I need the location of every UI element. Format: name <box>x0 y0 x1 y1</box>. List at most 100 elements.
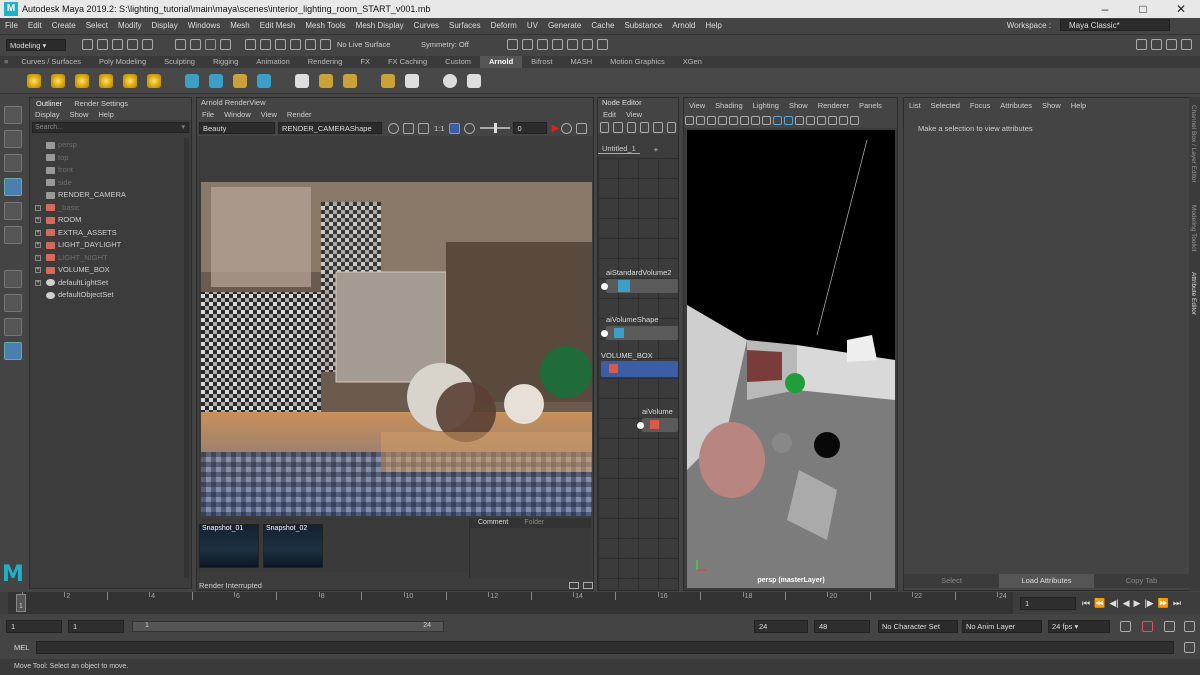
volume-icon[interactable] <box>209 73 223 88</box>
current-time-marker[interactable]: 1 <box>16 594 26 612</box>
outliner-layout-icon[interactable] <box>4 342 22 360</box>
attr-menu-focus[interactable]: Focus <box>965 100 995 111</box>
toggle-panel-icon[interactable] <box>583 581 593 589</box>
curve-collector-icon[interactable] <box>233 73 247 88</box>
menu-surfaces[interactable]: Surfaces <box>444 21 486 30</box>
shelf-tab-rendering[interactable]: Rendering <box>299 56 352 68</box>
character-set-dropdown[interactable]: No Character Set <box>878 620 958 633</box>
lasso-tool-icon[interactable] <box>4 130 22 148</box>
live-surface-field[interactable]: No Live Surface <box>337 40 407 49</box>
auto-key-icon[interactable] <box>1142 621 1153 632</box>
go-to-start-icon[interactable]: ⏮ <box>1082 598 1090 609</box>
two-view-layout-icon[interactable] <box>4 318 22 336</box>
play-backwards-icon[interactable]: ◀ <box>1123 598 1130 609</box>
single-view-layout-icon[interactable] <box>4 270 22 288</box>
select-component-icon[interactable] <box>205 39 216 50</box>
render-setup-icon[interactable] <box>567 39 578 50</box>
render-sequence-icon[interactable] <box>467 73 481 88</box>
renderview-menu-view[interactable]: View <box>256 109 282 120</box>
tab-outliner[interactable]: Outliner <box>30 98 68 109</box>
attr-menu-help[interactable]: Help <box>1066 100 1091 111</box>
exposure-icon[interactable] <box>388 122 399 134</box>
expand-icon[interactable]: + <box>35 267 41 273</box>
tab-folder[interactable]: Folder <box>516 518 552 528</box>
side-tab-attribute-editor[interactable]: Attribute Editor <box>1190 272 1197 315</box>
step-forward-frame-icon[interactable]: |▶ <box>1144 598 1153 609</box>
ipr-render-icon[interactable] <box>522 39 533 50</box>
menu-cache[interactable]: Cache <box>586 21 619 30</box>
rotate-tool-icon[interactable] <box>4 202 22 220</box>
node-pin-2[interactable] <box>601 330 608 337</box>
go-to-end-icon[interactable]: ⏭ <box>1173 598 1181 609</box>
animation-end-field[interactable]: 48 <box>814 620 870 633</box>
playback-end-field[interactable]: 24 <box>754 620 808 633</box>
node-volumebox[interactable] <box>601 361 678 377</box>
image-plane-icon[interactable] <box>718 115 727 125</box>
undo-icon[interactable] <box>127 39 138 50</box>
pause-viewport-icon[interactable] <box>597 39 608 50</box>
expand-icon[interactable]: + <box>35 229 41 236</box>
make-live-icon[interactable] <box>320 39 331 50</box>
select-object-icon[interactable] <box>190 39 201 50</box>
attr-menu-list[interactable]: List <box>904 100 926 111</box>
maximize-icon[interactable]: □ <box>1124 2 1162 16</box>
shelf-tab-custom[interactable]: Custom <box>436 56 480 68</box>
viewport-menu-panels[interactable]: Panels <box>854 100 887 111</box>
photometric-light-icon[interactable] <box>75 73 89 88</box>
node-pin-3[interactable] <box>637 422 644 429</box>
animation-start-field[interactable]: 1 <box>6 620 62 633</box>
new-scene-icon[interactable] <box>82 39 93 50</box>
expand-icon[interactable]: + <box>35 242 41 248</box>
side-tab-channel-box[interactable]: Channel Box / Layer Editor <box>1190 105 1197 183</box>
fps-dropdown[interactable]: 24 fps ▾ <box>1048 620 1110 633</box>
viewport-menu-renderer[interactable]: Renderer <box>813 100 854 111</box>
ambient-occlusion-icon[interactable] <box>828 115 837 125</box>
menu-arnold[interactable]: Arnold <box>667 21 700 30</box>
render-frame-icon[interactable] <box>507 39 518 50</box>
shelf-tab-animation[interactable]: Animation <box>247 56 298 68</box>
shelf-tab-curves-surfaces[interactable]: Curves / Surfaces <box>12 56 90 68</box>
mesh-light-icon[interactable] <box>51 73 65 88</box>
workspace-dropdown[interactable]: Maya Classic* <box>1060 19 1170 31</box>
remove-nodes-icon[interactable] <box>653 121 663 133</box>
render-settings-icon[interactable] <box>537 39 548 50</box>
script-editor-icon[interactable] <box>1184 642 1195 653</box>
menu-modify[interactable]: Modify <box>113 21 147 30</box>
loop-icon[interactable] <box>1120 621 1131 632</box>
node-editor-menu-edit[interactable]: Edit <box>598 109 621 120</box>
node-editor-menu-view[interactable]: View <box>621 109 647 120</box>
menu-deform[interactable]: Deform <box>486 21 522 30</box>
refresh-render-icon[interactable] <box>561 122 573 134</box>
mel-label[interactable]: MEL <box>14 643 29 652</box>
mesh-icon[interactable] <box>257 73 271 88</box>
outliner-item[interactable]: + defaultLightSet <box>30 277 191 290</box>
menu-uv[interactable]: UV <box>522 21 543 30</box>
outliner-item[interactable]: RENDER_CAMERA <box>30 189 191 202</box>
toggle-modeling-toolkit-icon[interactable] <box>1136 39 1147 50</box>
standin-icon[interactable] <box>185 73 199 88</box>
outliner-menu-show[interactable]: Show <box>65 109 94 120</box>
play-forwards-icon[interactable]: ▶ <box>1134 598 1141 609</box>
menu-file[interactable]: File <box>0 21 23 30</box>
shelf-tab-fx[interactable]: FX <box>351 56 379 68</box>
layout-icon[interactable] <box>666 121 676 133</box>
shelf-tab-sculpting[interactable]: Sculpting <box>155 56 204 68</box>
licensing-icon[interactable] <box>343 73 357 88</box>
symmetry-field[interactable]: Symmetry: Off <box>421 40 491 49</box>
outliner-item[interactable]: top <box>30 152 191 165</box>
menu-mesh-tools[interactable]: Mesh Tools <box>300 21 350 30</box>
add-tab-button[interactable]: + <box>654 145 658 154</box>
channel-display-icon[interactable] <box>418 122 429 134</box>
menu-help[interactable]: Help <box>700 21 726 30</box>
menu-curves[interactable]: Curves <box>409 21 444 30</box>
outliner-item[interactable]: side <box>30 177 191 190</box>
lock-selection-icon[interactable] <box>220 39 231 50</box>
playback-start-field[interactable]: 1 <box>68 620 124 633</box>
snap-grid-icon[interactable] <box>245 39 256 50</box>
aov-dropdown[interactable]: Beauty <box>199 122 275 134</box>
menu-edit-mesh[interactable]: Edit Mesh <box>255 21 301 30</box>
mode-dropdown[interactable]: Modeling ▾ <box>6 38 66 51</box>
light-portal-icon[interactable] <box>123 73 137 88</box>
smooth-shade-icon[interactable] <box>784 115 793 125</box>
film-gate-icon[interactable] <box>740 115 749 125</box>
